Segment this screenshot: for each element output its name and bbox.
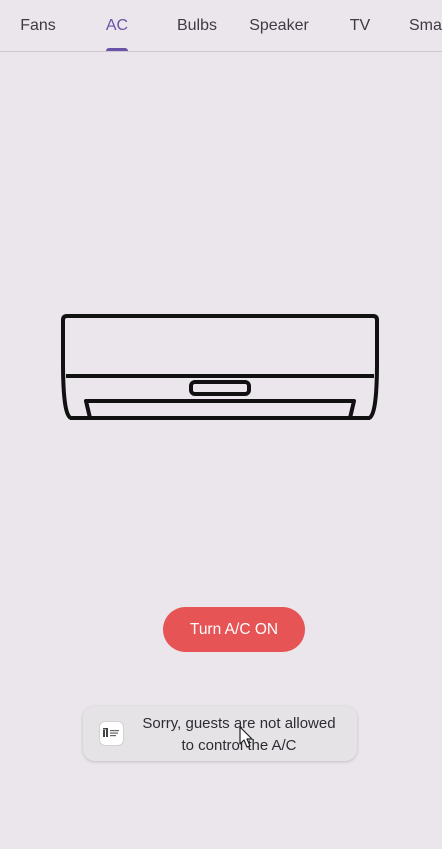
active-tab-indicator <box>106 48 128 51</box>
device-tab-bar: Fans AC Bulbs Speaker TV Sma <box>0 0 442 52</box>
mouse-pointer-icon <box>239 726 253 748</box>
tab-smart[interactable]: Sma <box>409 0 442 51</box>
tab-ac[interactable]: AC <box>100 0 134 51</box>
app-logo-icon <box>99 721 124 746</box>
tab-speaker-label: Speaker <box>249 17 309 34</box>
tab-bulbs[interactable]: Bulbs <box>170 0 224 51</box>
tab-fans[interactable]: Fans <box>14 0 62 51</box>
tab-smart-label: Sma <box>409 17 442 34</box>
tab-ac-label: AC <box>105 17 129 34</box>
tab-fans-label: Fans <box>20 17 56 34</box>
tab-speaker[interactable]: Speaker <box>244 0 314 51</box>
turn-ac-on-button[interactable]: Turn A/C ON <box>163 607 305 652</box>
tab-tv-label: TV <box>349 17 371 34</box>
air-conditioner-icon <box>61 314 379 420</box>
tab-tv[interactable]: TV <box>342 0 378 51</box>
tab-bulbs-label: Bulbs <box>176 17 218 34</box>
guest-restriction-toast: Sorry, guests are not allowed to control… <box>83 706 357 761</box>
